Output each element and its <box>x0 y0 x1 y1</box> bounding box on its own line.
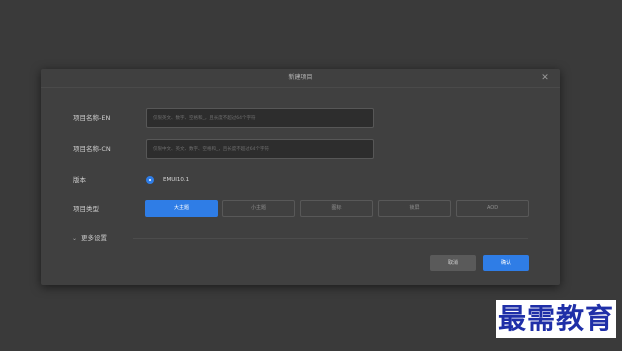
more-settings-toggle[interactable]: ⌄ 更多设置 <box>72 233 107 244</box>
type-option-small-theme[interactable]: 小主题 <box>222 200 295 217</box>
type-option-icon[interactable]: 图标 <box>300 200 373 217</box>
close-icon[interactable]: ✕ <box>540 73 550 83</box>
cancel-button[interactable]: 取消 <box>430 255 476 271</box>
version-label: 版本 <box>73 176 86 184</box>
name-cn-label: 项目名称-CN <box>73 145 111 153</box>
name-en-label: 项目名称-EN <box>73 114 111 122</box>
confirm-button[interactable]: 确认 <box>483 255 529 271</box>
type-option-lockscreen[interactable]: 锁屏 <box>378 200 451 217</box>
name-en-input[interactable] <box>146 108 374 128</box>
dialog-title: 新建项目 <box>288 74 313 81</box>
chevron-down-icon: ⌄ <box>72 235 78 242</box>
version-option-label[interactable]: EMUI10.1 <box>163 175 189 185</box>
type-option-big-theme[interactable]: 大主题 <box>145 200 218 217</box>
watermark-logo: 最需教育 <box>496 300 617 338</box>
project-type-label: 项目类型 <box>73 205 99 213</box>
name-cn-input[interactable] <box>146 139 374 159</box>
more-settings-divider <box>133 238 528 239</box>
title-divider <box>41 87 560 88</box>
radio-selected-icon[interactable] <box>146 176 154 184</box>
more-settings-label: 更多设置 <box>81 234 108 242</box>
type-option-aod[interactable]: AOD <box>456 200 529 217</box>
new-project-dialog: 新建项目 ✕ 项目名称-EN 项目名称-CN 版本 EMUI10.1 项目类型 … <box>41 69 560 285</box>
